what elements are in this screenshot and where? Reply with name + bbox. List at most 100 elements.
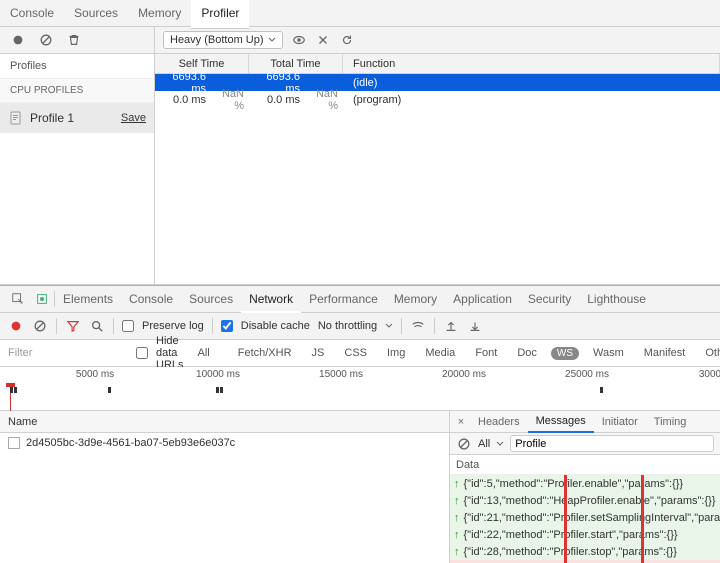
devtools-panel: Elements Console Sources Network Perform… bbox=[0, 285, 720, 563]
tab-profiler[interactable]: Profiler bbox=[191, 0, 249, 28]
chevron-down-icon bbox=[268, 36, 276, 44]
detail-tab-headers[interactable]: Headers bbox=[470, 412, 528, 432]
type-img[interactable]: Img bbox=[381, 345, 411, 361]
record-icon[interactable] bbox=[10, 32, 26, 48]
self-ms: 6693.6 ms bbox=[155, 74, 211, 91]
request-type-icon bbox=[8, 437, 20, 449]
download-icon[interactable] bbox=[467, 318, 483, 334]
tab-memory-bot[interactable]: Memory bbox=[386, 286, 445, 312]
total-ms: 6693.6 ms bbox=[249, 74, 305, 91]
tl-15000: 15000 ms bbox=[319, 369, 363, 380]
request-row[interactable]: 2d4505bc-3d9e-4561-ba07-5eb93e6e037c bbox=[0, 433, 449, 453]
tab-console-bot[interactable]: Console bbox=[121, 286, 181, 312]
preserve-log-checkbox[interactable] bbox=[122, 320, 134, 332]
type-doc[interactable]: Doc bbox=[511, 345, 543, 361]
msg-text: {"id":13,"method":"HeapProfiler.enable",… bbox=[464, 495, 716, 507]
hide-data-urls-label: Hide data URLs bbox=[156, 335, 184, 371]
tl-25000: 25000 ms bbox=[565, 369, 609, 380]
tab-elements[interactable]: Elements bbox=[55, 286, 121, 312]
device-icon[interactable] bbox=[34, 291, 50, 307]
detail-tab-initiator[interactable]: Initiator bbox=[594, 412, 646, 432]
network-toolbar: Preserve log Disable cache No throttling bbox=[0, 313, 720, 340]
tab-memory[interactable]: Memory bbox=[128, 0, 191, 26]
ws-message[interactable]: ↑ {"id":5,"method":"Profiler.enable","par… bbox=[450, 475, 720, 492]
inspect-icon[interactable] bbox=[10, 291, 26, 307]
close-icon[interactable] bbox=[315, 32, 331, 48]
detail-tab-timing[interactable]: Timing bbox=[646, 412, 695, 432]
filter-input[interactable]: Filter bbox=[8, 347, 128, 359]
record-network-icon[interactable] bbox=[8, 318, 24, 334]
top-tabstrip: Console Sources Memory Profiler bbox=[0, 0, 720, 27]
table-row[interactable]: 0.0 ms NaN % 0.0 ms NaN % (program) bbox=[155, 91, 720, 108]
ws-message[interactable]: ↑{"id":21,"method":"Profiler.setSampling… bbox=[450, 509, 720, 526]
chevron-down-icon bbox=[385, 322, 393, 330]
detail-tab-messages[interactable]: Messages bbox=[528, 411, 594, 433]
arrow-up-icon: ↑ bbox=[454, 495, 460, 507]
close-detail-icon[interactable]: × bbox=[452, 416, 470, 428]
profile-file-icon bbox=[8, 110, 24, 126]
self-ms: 0.0 ms bbox=[155, 91, 211, 108]
eye-icon[interactable] bbox=[291, 32, 307, 48]
tl-5000: 5000 ms bbox=[76, 369, 114, 380]
col-function[interactable]: Function bbox=[343, 54, 720, 73]
msg-text: {"id":21,"method":"Profiler.setSamplingI… bbox=[464, 512, 720, 524]
msg-text: {"id":28,"method":"Profiler.stop","param… bbox=[464, 546, 677, 558]
filter-funnel-icon[interactable] bbox=[65, 318, 81, 334]
tab-console[interactable]: Console bbox=[0, 0, 64, 26]
clear-icon[interactable] bbox=[38, 32, 54, 48]
view-mode-select[interactable]: Heavy (Bottom Up) bbox=[163, 31, 283, 49]
type-other[interactable]: Other bbox=[699, 345, 720, 361]
type-media[interactable]: Media bbox=[419, 345, 461, 361]
cpu-profiles-header: CPU PROFILES bbox=[0, 79, 154, 103]
type-fetch[interactable]: Fetch/XHR bbox=[232, 345, 298, 361]
type-manifest[interactable]: Manifest bbox=[638, 345, 692, 361]
tab-application[interactable]: Application bbox=[445, 286, 520, 312]
type-css[interactable]: CSS bbox=[338, 345, 373, 361]
network-filter-row: Filter Hide data URLs All Fetch/XHR JS C… bbox=[0, 340, 720, 367]
msg-text: {"id":5,"method":"Profiler.enable","para… bbox=[464, 478, 684, 490]
search-icon[interactable] bbox=[89, 318, 105, 334]
tab-sources[interactable]: Sources bbox=[64, 0, 128, 26]
profile-item[interactable]: Profile 1 Save bbox=[0, 103, 154, 133]
func-name: (program) bbox=[343, 91, 720, 108]
tab-sources-bot[interactable]: Sources bbox=[181, 286, 241, 312]
type-wasm[interactable]: Wasm bbox=[587, 345, 630, 361]
ws-message[interactable]: ↑ {"id":28,"method":"Profiler.stop","para… bbox=[450, 543, 720, 560]
tab-performance[interactable]: Performance bbox=[301, 286, 386, 312]
self-pct: NaN % bbox=[211, 91, 249, 108]
profile-name: Profile 1 bbox=[30, 111, 115, 125]
clear-messages-icon[interactable] bbox=[456, 436, 472, 452]
col-name[interactable]: Name bbox=[0, 411, 449, 433]
type-all[interactable]: All bbox=[192, 345, 216, 361]
ws-message[interactable]: ↑{"id":22,"method":"Profiler.start","par… bbox=[450, 526, 720, 543]
refresh-icon[interactable] bbox=[339, 32, 355, 48]
wifi-icon[interactable] bbox=[410, 318, 426, 334]
type-js[interactable]: JS bbox=[306, 345, 331, 361]
tab-lighthouse[interactable]: Lighthouse bbox=[579, 286, 654, 312]
msg-data-header: Data bbox=[450, 455, 720, 475]
tl-30000: 3000 bbox=[699, 369, 720, 380]
profiles-header: Profiles bbox=[0, 54, 154, 79]
tab-network[interactable]: Network bbox=[241, 286, 301, 312]
clear-network-icon[interactable] bbox=[32, 318, 48, 334]
disable-cache-checkbox[interactable] bbox=[221, 320, 233, 332]
message-list: ↑ {"id":5,"method":"Profiler.enable","par… bbox=[450, 475, 720, 563]
network-timeline[interactable]: 5000 ms 10000 ms 15000 ms 20000 ms 25000… bbox=[0, 367, 720, 411]
ws-message[interactable]: ↑ {"id":13,"method":"HeapProfiler.enable"… bbox=[450, 492, 720, 509]
upload-icon[interactable] bbox=[443, 318, 459, 334]
profile-view: Heavy (Bottom Up) Self Time Total Time F… bbox=[155, 27, 720, 284]
arrow-up-icon: ↑ bbox=[454, 478, 460, 490]
type-ws[interactable]: WS bbox=[551, 347, 579, 360]
hide-data-urls-checkbox[interactable] bbox=[136, 347, 148, 359]
save-link[interactable]: Save bbox=[121, 112, 146, 124]
type-font[interactable]: Font bbox=[469, 345, 503, 361]
msg-filter-all[interactable]: All bbox=[478, 438, 490, 450]
trash-icon[interactable] bbox=[66, 32, 82, 48]
request-list: Name 2d4505bc-3d9e-4561-ba07-5eb93e6e037… bbox=[0, 411, 450, 563]
chevron-down-icon bbox=[496, 440, 504, 448]
arrow-up-icon: ↑ bbox=[454, 546, 460, 558]
profiler-panel: Console Sources Memory Profiler Profiles… bbox=[0, 0, 720, 285]
throttling-select[interactable]: No throttling bbox=[318, 320, 377, 332]
msg-filter-input[interactable] bbox=[510, 435, 714, 452]
tab-security[interactable]: Security bbox=[520, 286, 579, 312]
